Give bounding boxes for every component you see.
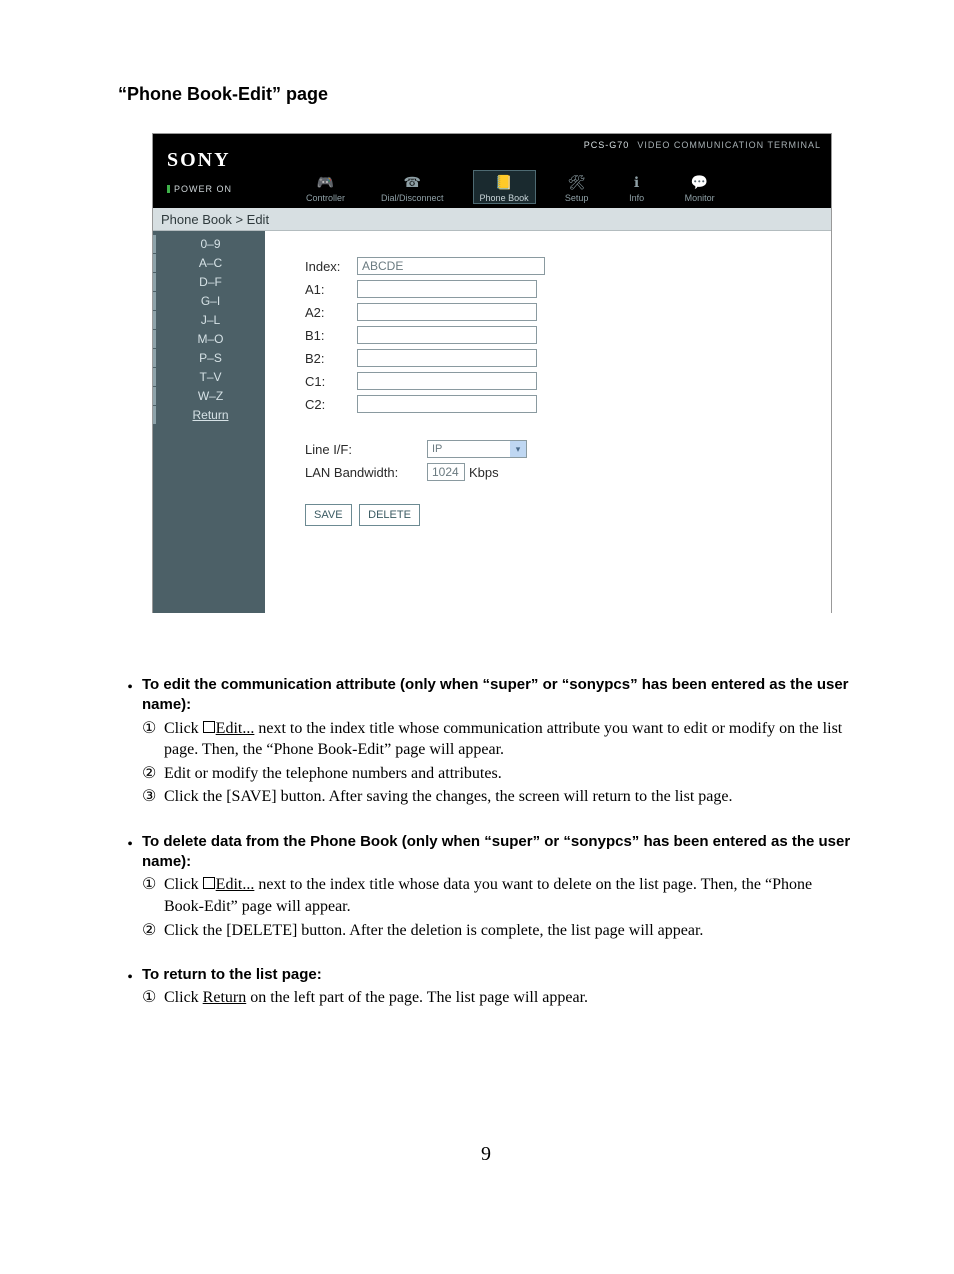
b2-label: B2: (305, 351, 357, 366)
c2-input[interactable] (357, 395, 537, 413)
instruction-heading-return: To return to the list page: (142, 965, 854, 985)
circled-1-icon: ① (142, 987, 164, 1009)
instruction-step: Edit or modify the telephone numbers and… (164, 763, 502, 785)
instruction-step: Click Return on the left part of the pag… (164, 987, 588, 1009)
lineif-select[interactable]: IP ▾ (427, 440, 527, 458)
brand-logo: SONY (167, 149, 281, 172)
tagline: VIDEO COMMUNICATION TERMINAL (637, 140, 821, 150)
a1-label: A1: (305, 282, 357, 297)
sidebar: 0–9 A–C D–F G–I J–L M–O P–S T–V W–Z Retu… (153, 231, 265, 613)
sidebar-item-a-c[interactable]: A–C (153, 254, 265, 272)
sidebar-item-d-f[interactable]: D–F (153, 273, 265, 291)
bullet-icon: • (118, 675, 142, 822)
setup-icon: 🛠 (565, 173, 589, 191)
c1-input[interactable] (357, 372, 537, 390)
lanbw-label: LAN Bandwidth: (305, 465, 427, 480)
lineif-label: Line I/F: (305, 442, 427, 457)
sidebar-item-g-i[interactable]: G–I (153, 292, 265, 310)
sidebar-item-t-v[interactable]: T–V (153, 368, 265, 386)
controller-icon: 🎮 (314, 173, 338, 191)
sidebar-item-m-o[interactable]: M–O (153, 330, 265, 348)
delete-button[interactable]: DELETE (359, 504, 420, 526)
page-number: 9 (118, 1143, 854, 1166)
lanbw-input[interactable] (427, 463, 465, 481)
instruction-step: Click Edit... next to the index title wh… (164, 874, 854, 917)
breadcrumb: Phone Book > Edit (153, 208, 831, 231)
circled-1-icon: ① (142, 718, 164, 761)
instruction-step: Click Edit... next to the index title wh… (164, 718, 854, 761)
edit-link: Edit... (216, 876, 255, 893)
lanbw-unit: Kbps (469, 465, 499, 480)
nav-phonebook[interactable]: 📒 Phone Book (473, 170, 536, 204)
save-button[interactable]: SAVE (305, 504, 352, 526)
edit-box-icon (203, 877, 215, 889)
sidebar-item-j-l[interactable]: J–L (153, 311, 265, 329)
instruction-step: Click the [SAVE] button. After saving th… (164, 786, 732, 808)
index-input[interactable] (357, 257, 545, 275)
nav-dial[interactable]: ☎ Dial/Disconnect (374, 170, 451, 204)
circled-2-icon: ② (142, 763, 164, 785)
page-title: “Phone Book-Edit” page (118, 84, 854, 105)
screenshot-header: SONY POWER ON PCS-G70 VIDEO COMMUNICATIO… (153, 134, 831, 208)
book-icon: 📒 (492, 173, 516, 191)
nav-label: Monitor (685, 193, 715, 203)
nav-monitor[interactable]: 💬 Monitor (678, 170, 722, 204)
nav-label: Controller (306, 193, 345, 203)
b2-input[interactable] (357, 349, 537, 367)
nav-label: Info (629, 193, 644, 203)
nav-row: 🎮 Controller ☎ Dial/Disconnect 📒 Phone B… (281, 156, 831, 208)
b1-input[interactable] (357, 326, 537, 344)
nav-controller[interactable]: 🎮 Controller (299, 170, 352, 204)
a2-label: A2: (305, 305, 357, 320)
circled-3-icon: ③ (142, 786, 164, 808)
index-label: Index: (305, 259, 357, 274)
circled-2-icon: ② (142, 920, 164, 942)
c2-label: C2: (305, 397, 357, 412)
instruction-step: Click the [DELETE] button. After the del… (164, 920, 703, 942)
sidebar-return[interactable]: Return (153, 406, 265, 424)
return-link: Return (203, 989, 247, 1006)
lineif-value: IP (432, 443, 442, 455)
model-label: PCS-G70 (584, 140, 630, 150)
c1-label: C1: (305, 374, 357, 389)
chevron-down-icon: ▾ (510, 441, 526, 457)
form-panel: Index: A1: A2: B1: B2: (265, 231, 831, 613)
edit-box-icon (203, 721, 215, 733)
edit-link: Edit... (216, 720, 255, 737)
info-icon: ℹ (625, 173, 649, 191)
nav-label: Setup (565, 193, 589, 203)
monitor-icon: 💬 (688, 173, 712, 191)
power-indicator: POWER ON (167, 184, 281, 194)
phonebook-edit-screenshot: SONY POWER ON PCS-G70 VIDEO COMMUNICATIO… (152, 133, 832, 613)
nav-setup[interactable]: 🛠 Setup (558, 170, 596, 204)
instructions: • To edit the communication attribute (o… (118, 675, 854, 1023)
sidebar-item-w-z[interactable]: W–Z (153, 387, 265, 405)
b1-label: B1: (305, 328, 357, 343)
sidebar-item-p-s[interactable]: P–S (153, 349, 265, 367)
sidebar-item-0-9[interactable]: 0–9 (153, 235, 265, 253)
instruction-heading-delete: To delete data from the Phone Book (only… (142, 832, 854, 873)
bullet-icon: • (118, 965, 142, 1023)
a1-input[interactable] (357, 280, 537, 298)
circled-1-icon: ① (142, 874, 164, 917)
instruction-heading-edit: To edit the communication attribute (onl… (142, 675, 854, 716)
nav-label: Dial/Disconnect (381, 193, 444, 203)
phone-icon: ☎ (400, 173, 424, 191)
a2-input[interactable] (357, 303, 537, 321)
nav-label: Phone Book (480, 193, 529, 203)
bullet-icon: • (118, 832, 142, 955)
nav-info[interactable]: ℹ Info (618, 170, 656, 204)
